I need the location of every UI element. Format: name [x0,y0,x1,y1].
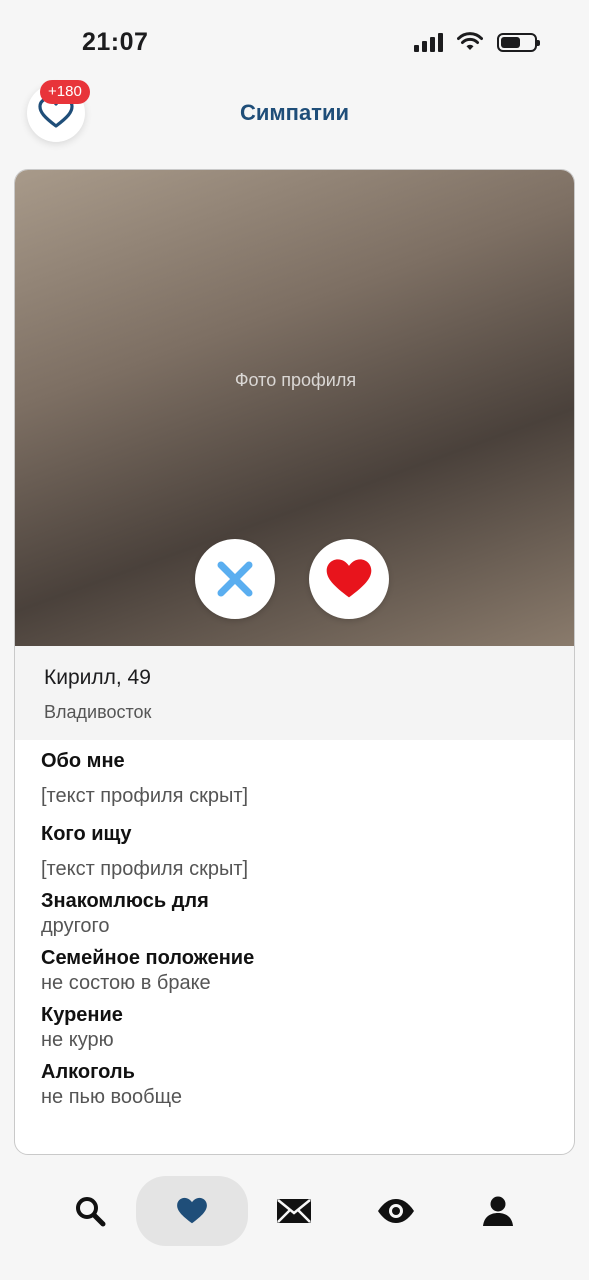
battery-icon [497,32,540,52]
status-bar: 21:07 [0,0,589,80]
nav-messages[interactable] [238,1176,350,1246]
profile-photo[interactable]: Фото профиля [15,170,574,646]
envelope-icon [277,1199,311,1223]
profile-name-age: Кирилл, 49 [44,666,151,689]
about-text: [текст профиля скрыт] [41,785,249,807]
purpose-section: Знакомлюсь для другого [41,890,551,939]
page-title: Симпатии [239,100,350,125]
marital-status-section: Семейное положение не состою в браке [41,947,551,996]
smoking-section: Курение не курю [41,1004,551,1053]
photo-placeholder: Фото профиля [234,370,357,390]
smoking-value: не курю [41,1029,114,1051]
nav-views[interactable] [340,1176,452,1246]
alcohol-title: Алкоголь [41,1061,135,1083]
nav-search[interactable] [34,1176,146,1246]
nav-likes[interactable] [136,1176,248,1246]
bottom-nav [0,1168,589,1280]
status-time: 21:07 [82,28,149,56]
looking-for-title: Кого ищу [41,823,132,845]
alcohol-value: не пью вообще [41,1086,182,1108]
wifi-icon [457,32,483,50]
looking-for-section: Кого ищу [текст профиля скрыт] [41,823,551,882]
nav-profile[interactable] [442,1176,554,1246]
marital-status-value: не состою в браке [41,972,211,994]
search-icon [76,1197,106,1227]
alcohol-section: Алкоголь не пью вообще [41,1061,551,1110]
user-icon [483,1196,513,1226]
eye-icon [378,1199,414,1223]
about-title: Обо мне [41,750,125,772]
header: +180 Симпатии [0,80,589,150]
profile-summary: Кирилл, 49 Владивосток [15,646,574,740]
dislike-button[interactable] [195,539,275,619]
about-section: Обо мне [текст профиля скрыт] [41,750,551,809]
like-button[interactable] [309,539,389,619]
purpose-value: другого [41,915,110,937]
heart-icon [326,559,372,598]
purpose-title: Знакомлюсь для [41,890,209,912]
smoking-title: Курение [41,1004,123,1026]
marital-status-title: Семейное положение [41,947,255,969]
profile-card[interactable]: Фото профиля Кирилл, 49 Владивосток Обо … [14,169,575,1155]
profile-city: Владивосток [44,702,152,722]
heart-icon [177,1197,207,1224]
looking-for-text: [текст профиля скрыт] [41,858,249,880]
status-icons [414,32,540,52]
cellular-signal-icon [414,32,443,52]
profile-details: Обо мне [текст профиля скрыт] Кого ищу [… [41,750,551,1110]
close-icon [217,561,253,597]
